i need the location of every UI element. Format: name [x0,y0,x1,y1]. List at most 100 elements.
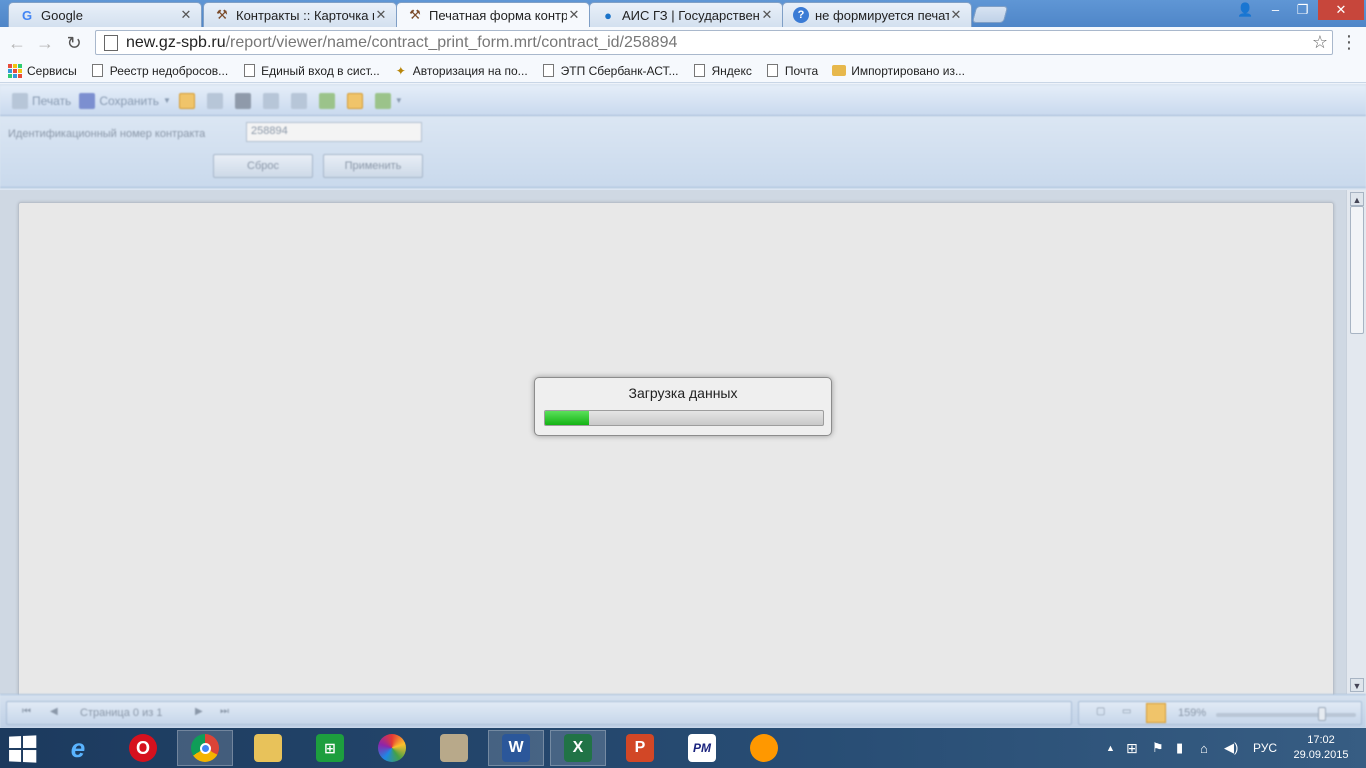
store-icon[interactable]: ⊞ [302,730,358,766]
tab-title: Печатная форма контра [429,7,567,23]
binoculars-icon [234,92,251,109]
first-page-icon[interactable]: ⏮ [22,707,32,717]
multiple-pages-icon[interactable] [1146,703,1166,723]
close-window-button[interactable]: ✕ [1318,0,1364,20]
bookmark-item[interactable]: Единый вход в сист... [242,64,380,78]
save-button[interactable]: Сохранить ▼ [79,92,171,109]
picasa-icon[interactable] [364,730,420,766]
page-view-icon [262,92,279,109]
tab-ais-gz[interactable]: ● АИС ГЗ | Государственны ✕ [589,2,783,27]
report-page [18,202,1334,702]
opera-icon[interactable]: O [115,730,171,766]
tools-icon: ⚒ [216,7,228,22]
print-button[interactable]: Печать [12,92,71,109]
chrome-icon[interactable] [177,730,233,766]
volume-icon[interactable]: ◀) [1224,728,1238,768]
continuous-button[interactable] [290,92,311,109]
chrome-menu-icon[interactable]: ⋮ [1340,32,1358,52]
pm-icon[interactable]: PM [674,730,730,766]
bookmarks-toggle-button[interactable] [178,92,199,109]
sun-app-icon[interactable] [736,730,792,766]
tab-title: не формируется печатна [815,7,949,23]
zoom-slider[interactable] [1216,713,1356,717]
contract-id-input[interactable]: 258894 [246,122,422,142]
bookmark-services[interactable]: Сервисы [8,63,77,78]
scroll-thumb[interactable] [1350,206,1364,334]
tab-contracts-card[interactable]: ⚒ Контракты :: Карточка ко ✕ [203,2,397,27]
minimize-button[interactable]: – [1262,0,1289,20]
loading-progress-bar [544,410,824,426]
language-indicator[interactable]: РУС [1253,728,1277,768]
close-icon[interactable]: ✕ [179,7,193,23]
fit-width-button[interactable] [346,92,367,109]
viewer-toolbar: Печать Сохранить ▼ ▼ [0,86,1366,116]
forward-icon[interactable]: → [34,32,56,54]
internet-explorer-icon[interactable]: e [50,730,106,766]
continuous-view-icon [290,92,307,109]
close-icon[interactable]: ✕ [567,7,581,23]
page-icon [693,64,707,78]
zoom-slider-thumb[interactable] [1318,707,1326,721]
windows-icon[interactable]: ⊞ [1126,728,1138,768]
tab-title: Google [41,7,83,23]
file-explorer-icon[interactable] [240,730,296,766]
utility-icon[interactable] [426,730,482,766]
vertical-scrollbar[interactable]: ▲ ▼ [1346,190,1366,694]
view-mode-dropdown[interactable]: ▼ [374,92,403,109]
url-text: new.gz-spb.ru/report/viewer/name/contrac… [126,33,678,51]
find-button[interactable] [234,92,255,109]
close-icon[interactable]: ✕ [949,7,963,23]
scroll-down-icon[interactable]: ▼ [1350,678,1364,692]
tab-title: Контракты :: Карточка ко [236,7,374,23]
single-page-button[interactable] [262,92,283,109]
page-icon [104,34,118,51]
user-icon[interactable]: 👤 [1232,0,1259,20]
prev-page-icon[interactable]: ◀ [50,707,60,717]
parameters-icon [206,92,223,109]
bookmark-star-icon[interactable]: ☆ [1312,31,1328,54]
progress-fill [545,411,590,425]
reset-button[interactable]: Сброс [213,154,313,178]
bookmark-folder[interactable]: Импортировано из... [832,64,965,78]
bookmark-item[interactable]: ЭТП Сбербанк-АСТ... [542,64,679,78]
bookmark-item[interactable]: Яндекс [693,64,752,78]
tab-google[interactable]: G Google ✕ [8,2,202,27]
new-tab-button[interactable] [971,6,1009,23]
tab-help-question[interactable]: ? не формируется печатна ✕ [782,2,972,27]
parameters-toggle-button[interactable] [206,92,227,109]
close-icon[interactable]: ✕ [760,7,774,23]
last-page-icon[interactable]: ⏭ [220,707,230,717]
powerpoint-icon[interactable]: P [612,730,668,766]
next-page-icon[interactable]: ▶ [195,707,205,717]
excel-icon[interactable]: X [550,730,606,766]
bookmark-item[interactable]: ✦ Авторизация на по... [394,64,528,78]
bookmark-item[interactable]: Почта [766,64,818,78]
tray-expand-icon[interactable]: ▲ [1106,728,1115,768]
restore-button[interactable]: ❐ [1289,0,1316,20]
clock[interactable]: 17:02 29.09.2015 [1288,733,1354,763]
battery-icon[interactable]: ▮ [1176,728,1183,768]
multi-page-button[interactable] [318,92,339,109]
printer-icon [12,92,28,109]
multi-page-icon [318,92,335,109]
fit-width-icon [346,92,363,109]
flag-icon[interactable]: ⚑ [1152,728,1164,768]
windows-start-button[interactable] [9,735,38,763]
address-bar[interactable]: new.gz-spb.ru/report/viewer/name/contrac… [95,30,1333,55]
one-page-icon[interactable]: ▢ [1096,707,1106,717]
reload-icon[interactable]: ↻ [63,32,85,54]
apply-button[interactable]: Применить [323,154,423,178]
scroll-up-icon[interactable]: ▲ [1350,192,1364,206]
bookmark-item[interactable]: Реестр недобросов... [91,64,228,78]
chevron-down-icon: ▼ [394,96,403,105]
back-icon[interactable]: ← [6,32,28,54]
page-width-icon[interactable]: ▭ [1122,707,1132,717]
tab-print-form[interactable]: ⚒ Печатная форма контра ✕ [396,2,590,27]
viewer-statusbar: ⏮ ◀ Страница 0 из 1 ▶ ⏭ ▢ ▭ 159% [0,694,1366,728]
contract-id-label: Идентификационный номер контракта [8,128,206,140]
page-icon [91,64,105,78]
loading-dialog: Загрузка данных [534,377,832,436]
network-icon[interactable]: ⌂ [1200,728,1208,768]
word-icon[interactable]: W [488,730,544,766]
close-icon[interactable]: ✕ [374,7,388,23]
